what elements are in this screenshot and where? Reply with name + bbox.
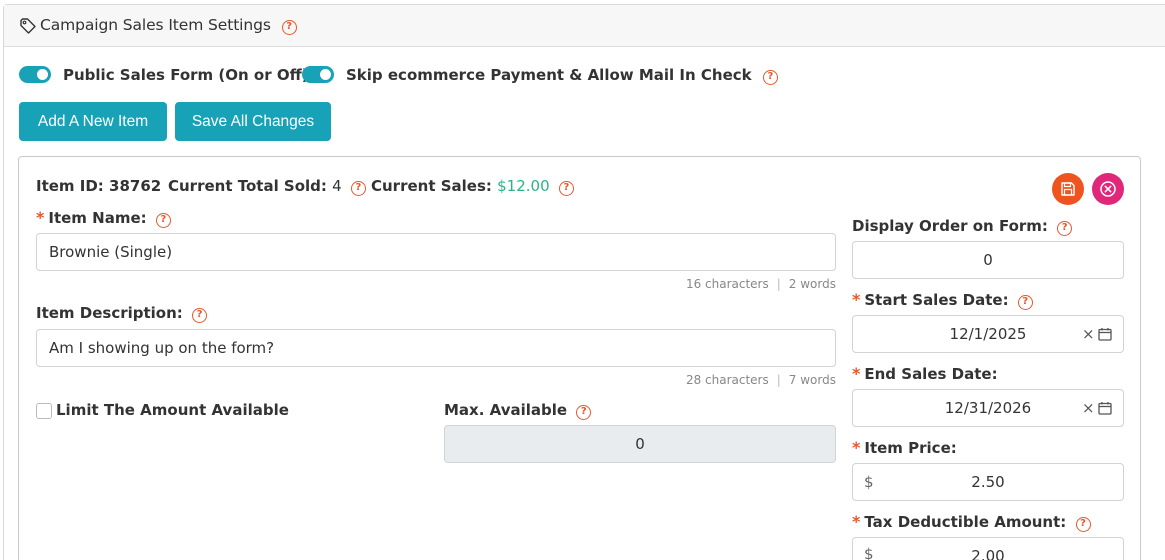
panel-title: Campaign Sales Item Settings ? xyxy=(40,16,297,35)
required-asterisk: * xyxy=(36,208,45,227)
panel-header: Campaign Sales Item Settings ? xyxy=(4,5,1165,47)
tax-currency-symbol: $ xyxy=(864,545,874,560)
item-description-char-count: 28 characters xyxy=(685,373,769,387)
start-sales-date-label: * Start Sales Date: ? xyxy=(852,290,1033,310)
public-form-label: Public Sales Form (On or Off) xyxy=(63,66,309,84)
floppy-disk-icon xyxy=(1061,182,1075,196)
tax-deductible-input[interactable]: 2.00 xyxy=(852,537,1124,560)
max-available-label-text: Max. Available xyxy=(444,401,568,419)
help-icon[interactable]: ? xyxy=(350,181,366,196)
limit-amount-checkbox[interactable] xyxy=(36,403,52,419)
item-price-label-text: Item Price: xyxy=(864,439,957,457)
help-icon[interactable]: ? xyxy=(192,308,208,323)
calendar-icon[interactable] xyxy=(1098,327,1112,341)
current-sales-label: Current Sales: xyxy=(371,177,492,195)
save-item-button[interactable] xyxy=(1052,173,1084,205)
current-total-sold-label: Current Total Sold: xyxy=(168,177,327,195)
add-new-item-button[interactable]: Add A New Item xyxy=(19,102,167,141)
display-order-label: Display Order on Form: ? xyxy=(852,217,1073,236)
tax-deductible-label: * Tax Deductible Amount: ? xyxy=(852,512,1091,532)
help-icon[interactable]: ? xyxy=(558,181,574,196)
help-icon[interactable]: ? xyxy=(155,213,171,228)
delete-item-button[interactable] xyxy=(1092,173,1124,205)
skip-ecommerce-toggle[interactable] xyxy=(302,66,334,83)
item-name-char-count: 16 characters xyxy=(685,277,769,291)
item-description-input[interactable]: Am I showing up on the form? xyxy=(36,329,836,367)
price-currency-symbol: $ xyxy=(864,473,874,491)
item-description-counter: 28 characters | 7 words xyxy=(685,373,836,387)
clear-date-icon[interactable]: × xyxy=(1082,325,1095,343)
item-price-label: * Item Price: xyxy=(852,438,957,457)
start-sales-date-label-text: Start Sales Date: xyxy=(864,291,1009,309)
help-icon[interactable]: ? xyxy=(1075,517,1091,532)
end-sales-date-label: * End Sales Date: xyxy=(852,364,998,383)
end-sales-date-label-text: End Sales Date: xyxy=(864,365,998,383)
item-id: Item ID: 38762 xyxy=(36,177,161,195)
display-order-input[interactable]: 0 xyxy=(852,241,1124,279)
help-icon[interactable]: ? xyxy=(576,405,592,420)
item-name-word-count: 2 words xyxy=(788,277,836,291)
skip-ecommerce-label-text: Skip ecommerce Payment & Allow Mail In C… xyxy=(346,66,752,84)
max-available-label: Max. Available ? xyxy=(444,401,592,420)
tag-icon xyxy=(20,18,36,34)
current-sales: Current Sales: $12.00 ? xyxy=(371,177,574,196)
save-all-changes-button[interactable]: Save All Changes xyxy=(175,102,331,141)
item-name-counter: 16 characters | 2 words xyxy=(685,277,836,291)
limit-amount-label: Limit The Amount Available xyxy=(56,401,289,419)
help-icon[interactable]: ? xyxy=(1057,221,1073,236)
item-description-word-count: 7 words xyxy=(788,373,836,387)
item-name-label: * Item Name: ? xyxy=(36,208,171,228)
current-sales-value: $12.00 xyxy=(497,177,550,195)
current-total-sold-value: 4 xyxy=(332,177,342,195)
tax-deductible-label-text: Tax Deductible Amount: xyxy=(864,513,1067,531)
calendar-icon[interactable] xyxy=(1098,401,1112,415)
help-icon[interactable]: ? xyxy=(1017,295,1033,310)
help-icon[interactable]: ? xyxy=(762,70,778,85)
help-icon[interactable]: ? xyxy=(281,20,297,35)
close-circle-icon xyxy=(1100,181,1116,197)
clear-date-icon[interactable]: × xyxy=(1082,399,1095,417)
panel-title-text: Campaign Sales Item Settings xyxy=(40,16,271,34)
item-name-label-text: Item Name: xyxy=(48,209,147,227)
required-asterisk: * xyxy=(852,438,861,457)
current-total-sold: Current Total Sold: 4 ? xyxy=(168,177,366,196)
required-asterisk: * xyxy=(852,290,861,309)
item-description-label-text: Item Description: xyxy=(36,304,183,322)
item-id-value: 38762 xyxy=(109,177,162,195)
max-available-input: 0 xyxy=(444,425,836,463)
item-name-input[interactable]: Brownie (Single) xyxy=(36,233,836,271)
item-price-input[interactable]: 2.50 xyxy=(852,463,1124,501)
public-form-toggle[interactable] xyxy=(19,66,51,83)
display-order-label-text: Display Order on Form: xyxy=(852,217,1048,235)
required-asterisk: * xyxy=(852,512,861,531)
item-description-label: Item Description: ? xyxy=(36,304,208,323)
required-asterisk: * xyxy=(852,364,861,383)
item-id-label: Item ID: xyxy=(36,177,104,195)
skip-ecommerce-label: Skip ecommerce Payment & Allow Mail In C… xyxy=(346,66,778,85)
